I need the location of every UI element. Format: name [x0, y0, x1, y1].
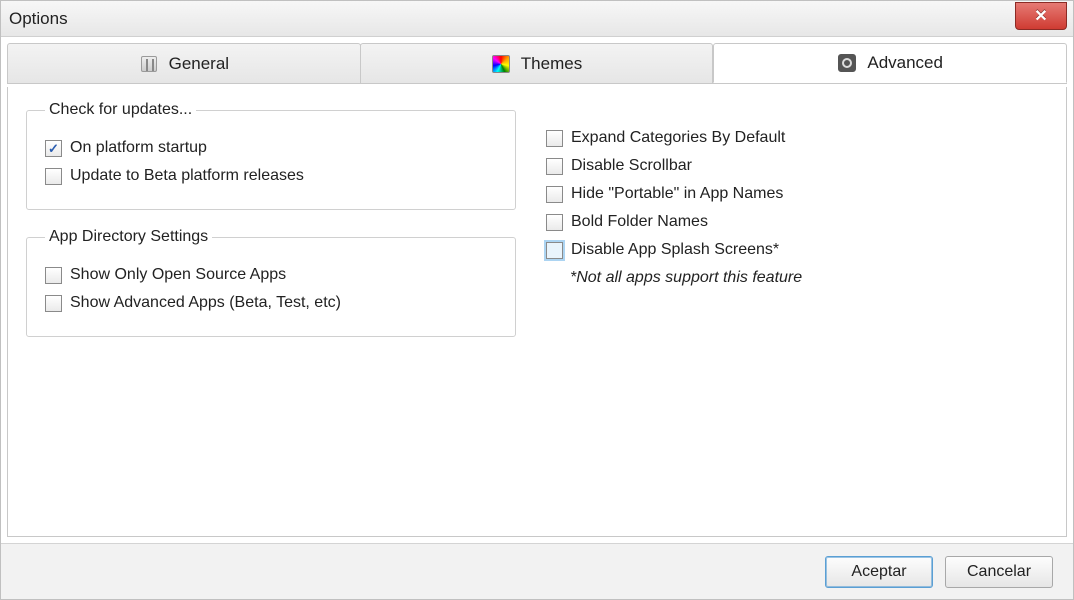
- label-on-startup: On platform startup: [70, 139, 207, 157]
- titlebar: Options ✕: [1, 1, 1073, 37]
- ok-button[interactable]: Aceptar: [825, 556, 933, 588]
- options-window: Options ✕ General Themes Advanced Check …: [0, 0, 1074, 600]
- left-column: Check for updates... On platform startup…: [26, 101, 516, 522]
- tab-general[interactable]: General: [7, 43, 361, 83]
- checkbox-beta[interactable]: [45, 168, 62, 185]
- label-hide-portable: Hide "Portable" in App Names: [571, 185, 783, 203]
- tab-advanced[interactable]: Advanced: [713, 43, 1067, 83]
- label-bold-folders: Bold Folder Names: [571, 213, 708, 231]
- right-column: Expand Categories By Default Disable Scr…: [546, 101, 1048, 522]
- checkbox-on-startup[interactable]: [45, 140, 62, 157]
- label-disable-scrollbar: Disable Scrollbar: [571, 157, 692, 175]
- checkbox-bold-folders[interactable]: [546, 214, 563, 231]
- sliders-icon: [139, 54, 159, 74]
- group-directory-legend: App Directory Settings: [45, 228, 212, 246]
- cancel-button-label: Cancelar: [967, 563, 1031, 581]
- close-icon: ✕: [1034, 6, 1047, 26]
- checkbox-disable-scrollbar[interactable]: [546, 158, 563, 175]
- checkbox-advanced-apps[interactable]: [45, 295, 62, 312]
- row-disable-splash: Disable App Splash Screens*: [546, 241, 1048, 259]
- group-directory: App Directory Settings Show Only Open So…: [26, 228, 516, 337]
- tab-advanced-label: Advanced: [867, 53, 943, 73]
- row-bold-folders: Bold Folder Names: [546, 213, 1048, 231]
- label-expand-categories: Expand Categories By Default: [571, 129, 785, 147]
- label-beta: Update to Beta platform releases: [70, 167, 304, 185]
- splash-note: *Not all apps support this feature: [570, 269, 1048, 287]
- row-beta: Update to Beta platform releases: [45, 167, 497, 185]
- label-advanced-apps: Show Advanced Apps (Beta, Test, etc): [70, 294, 341, 312]
- group-updates: Check for updates... On platform startup…: [26, 101, 516, 210]
- row-advanced-apps: Show Advanced Apps (Beta, Test, etc): [45, 294, 497, 312]
- row-hide-portable: Hide "Portable" in App Names: [546, 185, 1048, 203]
- advanced-panel: Check for updates... On platform startup…: [7, 87, 1067, 537]
- row-expand-categories: Expand Categories By Default: [546, 129, 1048, 147]
- checkbox-hide-portable[interactable]: [546, 186, 563, 203]
- cancel-button[interactable]: Cancelar: [945, 556, 1053, 588]
- themes-icon: [491, 54, 511, 74]
- row-disable-scrollbar: Disable Scrollbar: [546, 157, 1048, 175]
- tab-themes-label: Themes: [521, 54, 582, 74]
- gear-icon: [837, 53, 857, 73]
- label-open-source: Show Only Open Source Apps: [70, 266, 286, 284]
- dialog-footer: Aceptar Cancelar: [1, 543, 1073, 599]
- row-open-source: Show Only Open Source Apps: [45, 266, 497, 284]
- window-title: Options: [9, 9, 68, 29]
- tab-general-label: General: [169, 54, 229, 74]
- tab-bar: General Themes Advanced: [7, 43, 1067, 84]
- checkbox-open-source[interactable]: [45, 267, 62, 284]
- row-on-startup: On platform startup: [45, 139, 497, 157]
- label-disable-splash: Disable App Splash Screens*: [571, 241, 779, 259]
- checkbox-expand-categories[interactable]: [546, 130, 563, 147]
- ok-button-label: Aceptar: [851, 563, 906, 581]
- checkbox-disable-splash[interactable]: [546, 242, 563, 259]
- group-updates-legend: Check for updates...: [45, 101, 196, 119]
- close-button[interactable]: ✕: [1015, 2, 1067, 30]
- tab-themes[interactable]: Themes: [360, 43, 714, 83]
